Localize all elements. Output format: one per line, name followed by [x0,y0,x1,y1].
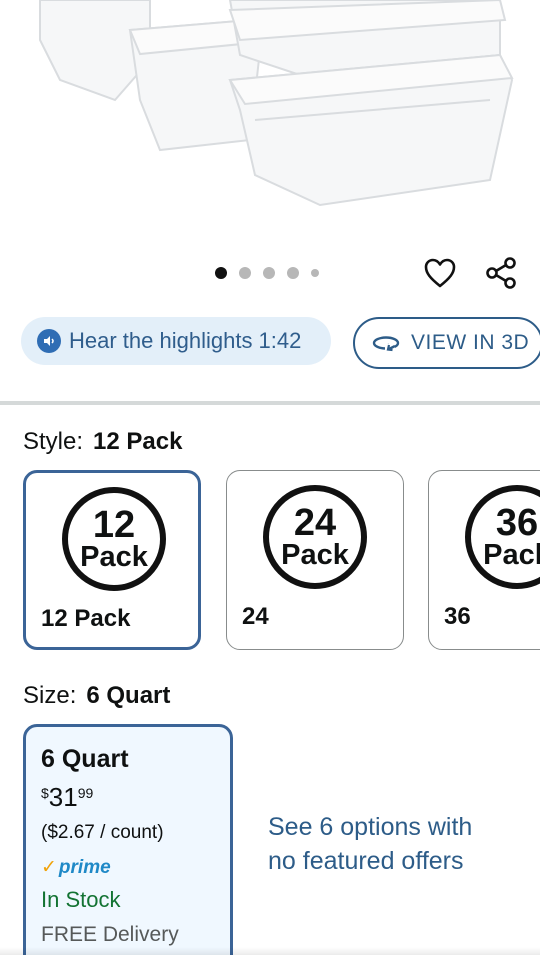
size-option-title: 6 Quart [41,745,129,773]
carousel-dot-3[interactable] [263,267,275,279]
delivery-info: FREE Delivery [41,923,179,946]
badge-number: 24 [293,502,337,544]
hear-highlights-button[interactable]: Hear the highlights 1:42 [21,317,331,365]
see-options-link[interactable]: See 6 options with no featured offers [268,810,488,878]
badge-word: Pack [483,539,540,571]
price: $3199 [41,784,215,810]
prime-check-icon: ✓ [41,857,57,878]
style-option-caption: 36 [444,603,471,630]
prime-badge: ✓ prime [41,856,215,879]
carousel-dot-2[interactable] [239,267,251,279]
bottom-shadow [0,947,540,955]
pack-badge-icon: 24 Pack [263,485,367,589]
style-label: Style: [23,428,84,455]
stock-status: In Stock [41,887,121,912]
style-label-row: Style: 12 Pack [23,428,182,456]
rotate-3d-icon [372,336,400,352]
style-option-24-pack[interactable]: 24 Pack 24 [226,470,404,650]
size-label: Size: [23,682,77,709]
style-option-36-pack[interactable]: 36 Pack 36 [428,470,540,650]
carousel-dot-5[interactable] [311,269,319,277]
carousel-dot-4[interactable] [287,267,299,279]
view-in-3d-label: VIEW IN 3D [411,331,530,354]
size-option-6-quart[interactable]: 6 Quart $3199 ($2.67 / count) ✓ prime In… [23,724,233,955]
style-option-12-pack[interactable]: 12 Pack 12 Pack [23,470,201,650]
view-in-3d-button[interactable]: VIEW IN 3D [353,317,540,369]
product-image[interactable] [0,0,540,240]
favorite-button[interactable] [420,253,460,293]
hear-highlights-label: Hear the highlights 1:42 [69,328,302,353]
section-divider [0,401,540,405]
audio-icon [37,329,61,353]
heart-icon [424,258,456,288]
badge-word: Pack [80,541,148,573]
carousel-dots[interactable] [215,267,319,279]
price-symbol: $ [41,785,49,801]
pack-badge-icon: 12 Pack [62,487,166,591]
prime-label: prime [58,856,111,878]
size-selected-value: 6 Quart [86,682,171,709]
style-option-caption: 12 Pack [41,605,131,632]
style-option-caption: 24 [242,603,269,630]
carousel-dot-1[interactable] [215,267,227,279]
share-button[interactable] [481,253,521,293]
pack-badge-icon: 36 Pack [465,485,540,589]
badge-number: 12 [92,504,136,546]
storage-containers-image [39,0,514,207]
share-icon [486,257,516,289]
badge-number: 36 [495,502,539,544]
style-selected-value: 12 Pack [93,428,183,455]
size-label-row: Size: 6 Quart [23,682,170,710]
price-fraction: 99 [77,785,94,801]
badge-word: Pack [281,539,349,571]
unit-price: ($2.67 / count) [41,822,164,843]
price-whole: 31 [48,782,78,812]
